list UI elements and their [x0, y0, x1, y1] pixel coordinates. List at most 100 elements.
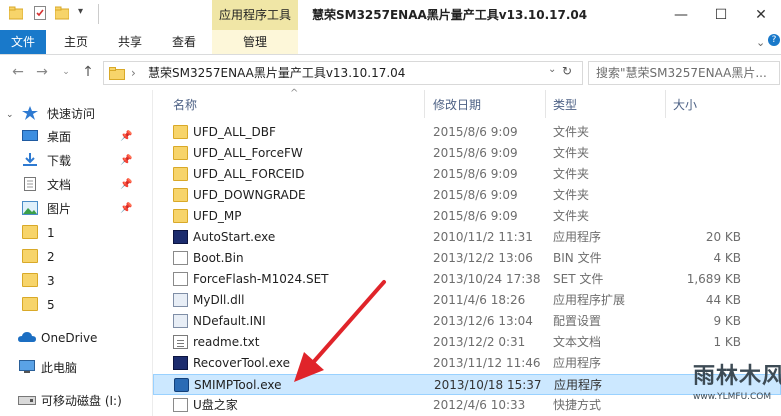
- properties-icon[interactable]: [33, 6, 47, 20]
- chevron-down-icon[interactable]: ⌄: [6, 106, 20, 120]
- column-divider[interactable]: [545, 90, 546, 118]
- file-row[interactable]: UFD_ALL_FORCEID 2015/8/6 9:09 文件夹: [153, 164, 781, 185]
- file-name: Boot.Bin: [193, 251, 244, 265]
- file-modified: 2015/8/6 9:09: [433, 188, 518, 202]
- forward-arrow-icon[interactable]: →: [34, 63, 50, 81]
- nav-item-folder-2[interactable]: 2: [0, 245, 150, 269]
- minimize-button[interactable]: —: [661, 0, 701, 30]
- file-type: 文本文档: [553, 335, 602, 349]
- nav-label: 1: [47, 226, 55, 240]
- pin-icon[interactable]: 📌: [120, 203, 132, 214]
- tab-view[interactable]: 查看: [164, 30, 204, 54]
- folder-icon: [173, 209, 188, 223]
- file-name: NDefault.INI: [193, 314, 266, 328]
- search-placeholder[interactable]: 搜索"慧荣SM3257ENAA黑片...: [589, 62, 779, 84]
- file-row[interactable]: UFD_ALL_DBF 2015/8/6 9:09 文件夹: [153, 122, 781, 143]
- app-folder-icon[interactable]: [8, 6, 24, 20]
- back-arrow-icon[interactable]: ←: [10, 63, 26, 81]
- pin-icon[interactable]: 📌: [120, 179, 132, 190]
- file-row[interactable]: U盘之家 2012/4/6 10:33 快捷方式: [153, 395, 781, 416]
- folder-icon: [22, 273, 38, 287]
- star-icon: [22, 106, 38, 120]
- column-header-modified[interactable]: 修改日期: [433, 90, 481, 120]
- file-type: SET 文件: [553, 272, 604, 286]
- folder-icon: [22, 297, 38, 311]
- folder-icon: [173, 167, 188, 181]
- file-modified: 2011/4/6 18:26: [433, 293, 526, 307]
- nav-item-documents[interactable]: 文档 📌: [0, 173, 150, 197]
- file-modified: 2015/8/6 9:09: [433, 146, 518, 160]
- column-header-name[interactable]: 名称: [173, 90, 197, 120]
- watermark-logo: 雨林木风 www.YLMFU.COM: [693, 352, 781, 414]
- file-modified: 2013/10/18 15:37: [434, 378, 542, 392]
- tab-share[interactable]: 共享: [110, 30, 150, 54]
- file-row[interactable]: UFD_MP 2015/8/6 9:09 文件夹: [153, 206, 781, 227]
- tab-manage[interactable]: 管理: [212, 30, 298, 54]
- column-divider[interactable]: [424, 90, 425, 118]
- watermark-text: 雨林木风: [693, 364, 781, 389]
- file-name: UFD_ALL_FORCEID: [193, 167, 305, 181]
- nav-this-pc[interactable]: 此电脑: [0, 356, 150, 380]
- nav-item-folder-1[interactable]: 1: [0, 221, 150, 245]
- file-row[interactable]: UFD_ALL_ForceFW 2015/8/6 9:09 文件夹: [153, 143, 781, 164]
- nav-label: 文档: [47, 178, 72, 192]
- file-name: U盘之家: [193, 398, 238, 412]
- file-row[interactable]: Boot.Bin 2013/12/2 13:06 BIN 文件 4 KB: [153, 248, 781, 269]
- refresh-icon[interactable]: ↻: [562, 64, 572, 78]
- file-name: UFD_DOWNGRADE: [193, 188, 306, 202]
- file-row-selected[interactable]: SMIMPTool.exe 2013/10/18 15:37 应用程序: [153, 374, 781, 395]
- pin-icon[interactable]: 📌: [120, 131, 132, 142]
- file-size: 1,689 KB: [686, 272, 741, 286]
- file-type: 应用程序: [553, 356, 602, 370]
- folder-icon: [173, 188, 188, 202]
- customize-toolbar-icon[interactable]: ▾: [78, 6, 83, 17]
- file-modified: 2010/11/2 11:31: [433, 230, 533, 244]
- file-row[interactable]: UFD_DOWNGRADE 2015/8/6 9:09 文件夹: [153, 185, 781, 206]
- file-type: 配置设置: [553, 314, 602, 328]
- file-row[interactable]: AutoStart.exe 2010/11/2 11:31 应用程序 20 KB: [153, 227, 781, 248]
- nav-item-desktop[interactable]: 桌面 📌: [0, 125, 150, 149]
- close-button[interactable]: ✕: [741, 0, 781, 30]
- pin-icon[interactable]: 📌: [120, 155, 132, 166]
- address-dropdown-icon[interactable]: ⌄: [548, 64, 556, 75]
- ribbon-expand-icon[interactable]: ⌄: [756, 36, 765, 49]
- file-row[interactable]: readme.txt 2013/12/2 0:31 文本文档 1 KB: [153, 332, 781, 353]
- nav-onedrive[interactable]: OneDrive: [0, 326, 150, 350]
- nav-label: 3: [47, 274, 55, 288]
- context-tab-group-label: 应用程序工具: [218, 8, 291, 22]
- search-box[interactable]: 搜索"慧荣SM3257ENAA黑片...: [588, 61, 780, 85]
- desktop-icon: [22, 129, 38, 143]
- file-row[interactable]: NDefault.INI 2013/12/6 13:04 配置设置 9 KB: [153, 311, 781, 332]
- sort-ascending-icon: ^: [290, 88, 299, 99]
- nav-item-folder-5[interactable]: 5: [0, 293, 150, 317]
- smimp-app-icon: [174, 378, 189, 392]
- nav-item-downloads[interactable]: 下载 📌: [0, 149, 150, 173]
- file-row[interactable]: RecoverTool.exe 2013/11/12 11:46 应用程序: [153, 353, 781, 374]
- file-type: 文件夹: [553, 188, 590, 202]
- file-type: 应用程序扩展: [553, 293, 626, 307]
- maximize-button[interactable]: ☐: [701, 0, 741, 30]
- nav-label: 此电脑: [41, 361, 78, 375]
- nav-removable-disk[interactable]: 可移动磁盘 (I:): [0, 389, 150, 413]
- column-divider[interactable]: [665, 90, 666, 118]
- up-arrow-icon[interactable]: ↑: [80, 63, 96, 81]
- column-header-size[interactable]: 大小: [673, 90, 697, 120]
- breadcrumb-current-folder[interactable]: 慧荣SM3257ENAA黑片量产工具v13.10.17.04: [148, 61, 405, 85]
- file-modified: 2013/12/6 13:04: [433, 314, 533, 328]
- tab-file[interactable]: 文件: [0, 30, 46, 54]
- new-folder-icon[interactable]: [54, 6, 70, 20]
- watermark-url: www.YLMFU.COM: [693, 392, 772, 402]
- recent-locations-icon[interactable]: ⌄: [58, 63, 74, 81]
- nav-item-folder-3[interactable]: 3: [0, 269, 150, 293]
- file-row[interactable]: ForceFlash-M1024.SET 2013/10/24 17:38 SE…: [153, 269, 781, 290]
- folder-icon: [173, 146, 188, 160]
- file-type: 应用程序: [554, 378, 603, 392]
- file-modified: 2015/8/6 9:09: [433, 125, 518, 139]
- nav-item-pictures[interactable]: 图片 📌: [0, 197, 150, 221]
- breadcrumb-separator[interactable]: ›: [131, 61, 136, 85]
- tab-home[interactable]: 主页: [56, 30, 96, 54]
- file-row[interactable]: MyDll.dll 2011/4/6 18:26 应用程序扩展 44 KB: [153, 290, 781, 311]
- column-header-type[interactable]: 类型: [553, 90, 577, 120]
- help-icon[interactable]: ?: [768, 34, 780, 46]
- nav-quick-access[interactable]: ⌄ 快速访问: [0, 102, 150, 126]
